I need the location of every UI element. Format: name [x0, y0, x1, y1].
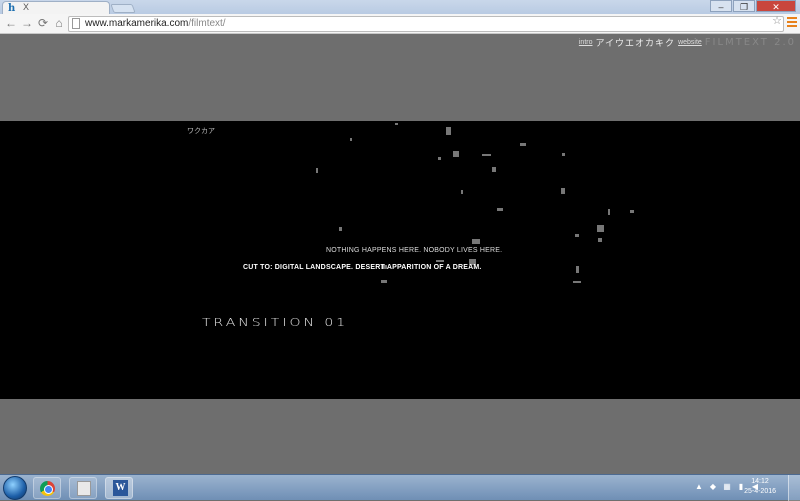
pixel-block — [562, 153, 565, 156]
pixel-block — [438, 157, 441, 160]
pixel-block — [381, 280, 387, 283]
chrome-icon — [40, 481, 55, 496]
url-path: /filmtext/ — [188, 18, 226, 29]
new-tab-button[interactable] — [110, 4, 136, 13]
pixel-block — [520, 143, 526, 146]
browser-toolbar: ← → ⟳ ⌂ www.markamerika.com/filmtext/ — [0, 14, 800, 34]
tab-close-button[interactable]: X — [23, 2, 29, 12]
clock-date: 25-4-2016 — [744, 488, 776, 495]
website-link[interactable]: website — [678, 39, 702, 46]
reload-button[interactable]: ⟳ — [36, 16, 50, 31]
hamburger-menu-icon[interactable] — [787, 17, 797, 27]
film-line-1: NOTHING HAPPENS HERE. NOBODY LIVES HERE. — [326, 247, 503, 254]
site-brand: FILMTEXT 2.0 — [704, 37, 796, 48]
pixel-block — [561, 188, 565, 194]
show-desktop-button[interactable] — [788, 475, 800, 501]
film-line-2: CUT TO: DIGITAL LANDSCAPE. DESERT APPARI… — [243, 264, 482, 271]
explorer-icon — [77, 481, 91, 496]
back-button[interactable]: ← — [4, 16, 18, 31]
pixel-block — [575, 234, 579, 237]
browser-tab[interactable]: h X — [2, 1, 110, 14]
windows-taskbar: W ▲ ◆ ▦ ▮ ◀ 14:12 25-4-2016 — [0, 474, 800, 501]
site-nav: intro アイウエオカキク website FILMTEXT 2.0 — [579, 36, 796, 49]
pixel-block — [630, 210, 634, 213]
taskbar-app-chrome[interactable] — [33, 477, 61, 499]
page-icon — [72, 18, 80, 29]
pixel-block — [446, 127, 451, 135]
pixel-block — [395, 123, 398, 125]
site-favicon-icon: h — [8, 3, 16, 14]
maximize-button[interactable]: ❐ — [733, 0, 755, 12]
pixel-block — [453, 151, 459, 157]
tray-shield-icon[interactable]: ◆ — [708, 481, 718, 492]
url-host: www.markamerika.com — [85, 18, 189, 29]
film-corner-text: ワクカア — [187, 128, 215, 135]
pixel-block — [597, 225, 604, 232]
close-window-button[interactable]: ✕ — [756, 0, 796, 12]
star-icon[interactable]: ☆ — [772, 14, 782, 27]
window-controls: – ❐ ✕ — [710, 0, 796, 13]
pixel-block — [461, 190, 463, 194]
url-text: www.markamerika.com/filmtext/ — [85, 17, 226, 31]
pixel-block — [339, 227, 342, 231]
web-page: intro アイウエオカキク website FILMTEXT 2.0 ワクカア — [0, 35, 800, 474]
start-button[interactable] — [3, 476, 27, 500]
pixel-block — [472, 239, 480, 244]
taskbar-app-word[interactable]: W — [105, 477, 133, 499]
taskbar-app-explorer[interactable] — [69, 477, 97, 499]
intro-link[interactable]: intro — [579, 39, 593, 46]
pixel-block — [436, 260, 444, 262]
taskbar-clock[interactable]: 14:12 25-4-2016 — [744, 477, 776, 497]
pixel-block — [482, 154, 491, 156]
pixel-block — [598, 238, 602, 242]
transition-title: TRANSITION 01 — [202, 317, 349, 329]
pixel-block — [573, 281, 581, 283]
home-button[interactable]: ⌂ — [52, 16, 66, 31]
browser-title-bar: h X – ❐ ✕ — [0, 0, 800, 14]
forward-button[interactable]: → — [20, 16, 34, 31]
word-icon: W — [113, 480, 128, 496]
pixel-block — [350, 138, 352, 141]
pixel-block — [576, 266, 579, 273]
tray-network-icon[interactable]: ▦ — [722, 481, 732, 492]
pixel-block — [608, 209, 610, 215]
minimize-button[interactable]: – — [710, 0, 732, 12]
pixel-block — [497, 208, 503, 211]
film-stage[interactable]: ワクカア NOTHING HAPPENS HERE. NOBODY LIVES … — [0, 121, 800, 399]
pixel-block — [316, 168, 318, 173]
pixel-block — [492, 167, 496, 172]
address-bar[interactable]: www.markamerika.com/filmtext/ — [68, 16, 784, 32]
kana-menu[interactable]: アイウエオカキク — [596, 36, 676, 49]
tray-up-arrow-icon[interactable]: ▲ — [694, 481, 704, 492]
clock-time: 14:12 — [751, 478, 769, 485]
